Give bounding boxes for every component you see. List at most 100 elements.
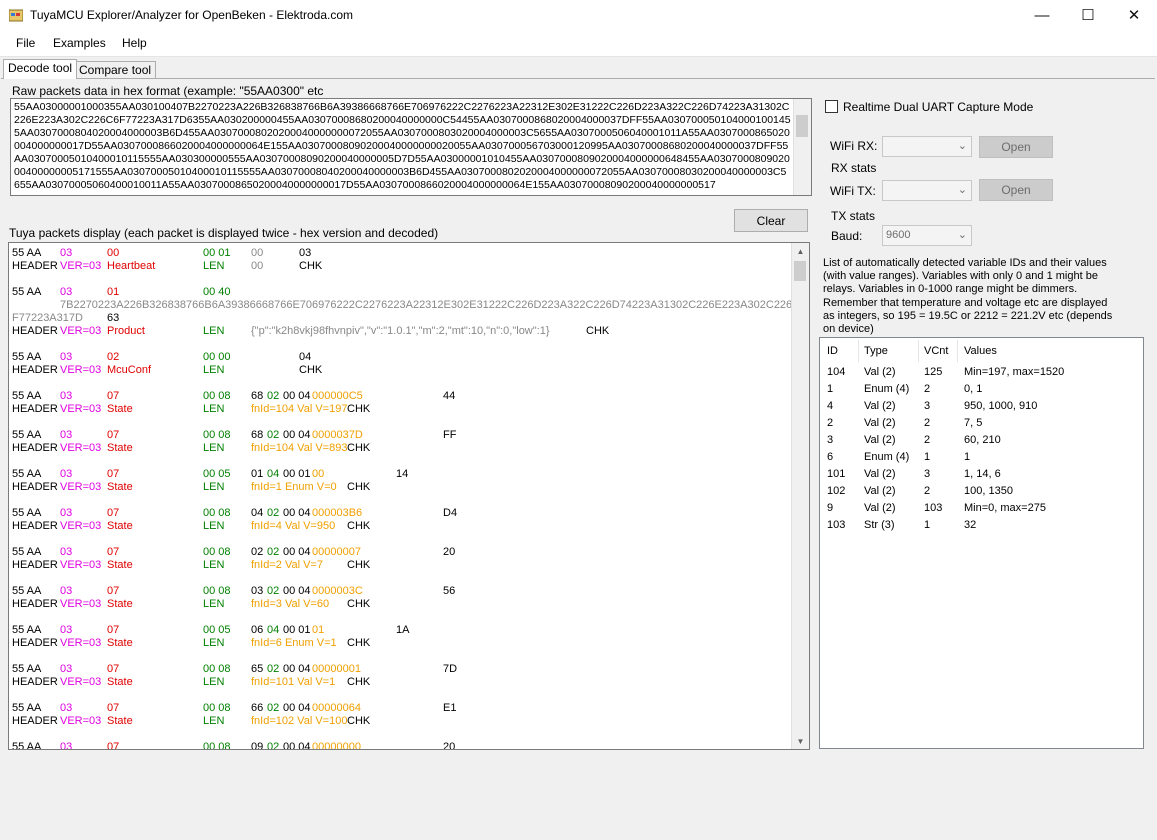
packet-hex-command: 07 [107, 663, 120, 675]
packet-decoded-data: fnId=4 Val V=950 [251, 520, 336, 532]
packet-decoded-version: VER=03 [60, 559, 102, 571]
baud-select[interactable]: 9600 ⌄ [882, 225, 972, 246]
packet-decoded-header: HEADER [12, 637, 58, 649]
packet-hex-header: 55 AA [12, 507, 42, 519]
list-item-id: 4 [827, 400, 834, 412]
list-item-id: 104 [827, 366, 846, 378]
packet-hex-command: 07 [107, 741, 120, 750]
packet-decoded-data: {"p":"k2h8vkj98fhvnpiv","v":"1.0.1","m":… [251, 325, 550, 337]
packet-decoded-version: VER=03 [60, 442, 102, 454]
scroll-down-icon[interactable]: ▼ [792, 733, 809, 749]
packet-hex-length: 00 08 [203, 741, 231, 750]
packet-decoded-header: HEADER [12, 481, 58, 493]
tx-open-button[interactable]: Open [979, 179, 1053, 201]
packet-hex-checksum: FF [443, 429, 457, 441]
packet-decoded-length: LEN [203, 403, 225, 415]
packet-hex-type: 02 [267, 546, 280, 558]
packet-hex-type: 02 [267, 429, 280, 441]
packet-hex-length: 00 08 [203, 390, 231, 402]
packet-hex-vlen: 00 04 [283, 507, 311, 519]
packet-hex-header: 55 AA [12, 351, 42, 363]
raw-data-textbox[interactable]: 55AA03000001000355AA030100407B2270223A22… [10, 98, 812, 196]
packets-scrollbar[interactable]: ▲ ▼ [791, 243, 809, 749]
list-item-type: Val (2) [864, 400, 896, 412]
list-item-values: 950, 1000, 910 [964, 400, 1038, 412]
packet-hex-length: 00 00 [203, 351, 231, 363]
packet-decoded-data: fnId=3 Val V=60 [251, 598, 330, 610]
info-line: as integers, so 195 = 19.5C or 2212 = 22… [823, 309, 1113, 322]
raw-scroll-thumb[interactable] [796, 115, 808, 137]
packet-hex-data: F77223A317D [12, 312, 83, 324]
column-separator[interactable] [858, 340, 859, 362]
rx-open-button[interactable]: Open [979, 136, 1053, 158]
packet-decoded-header: HEADER [12, 442, 58, 454]
packet-hex-value: 00000007 [312, 546, 361, 558]
packet-decoded-checksum: CHK [347, 559, 371, 571]
packet-decoded-checksum: CHK [347, 637, 371, 649]
packet-decoded-checksum: CHK [586, 325, 610, 337]
tab-decode-tool[interactable]: Decode tool [3, 59, 78, 79]
menu-examples[interactable]: Examples [53, 36, 106, 50]
packet-decoded-version: VER=03 [60, 715, 102, 727]
packet-hex-type: 02 [267, 507, 280, 519]
list-item-values: 1 [964, 451, 971, 463]
raw-scrollbar[interactable] [793, 99, 811, 195]
list-item-values: Min=197, max=1520 [964, 366, 1065, 378]
column-separator[interactable] [918, 340, 919, 362]
column-separator[interactable] [957, 340, 958, 362]
packet-decoded-version: VER=03 [60, 260, 102, 272]
packet-decoded-length: LEN [203, 637, 225, 649]
list-item-vcnt: 103 [924, 502, 943, 514]
info-line: List of automatically detected variable … [823, 257, 1107, 269]
list-item-id: 9 [827, 502, 834, 514]
packet-decoded-checksum: CHK [347, 481, 371, 493]
packet-hex-vlen: 00 01 [283, 468, 311, 480]
wifi-tx-select[interactable]: ⌄ [882, 180, 972, 201]
capture-mode-label: Realtime Dual UART Capture Mode [843, 100, 1034, 114]
packet-hex-vlen: 00 01 [283, 624, 311, 636]
packet-decoded-length: LEN [203, 442, 225, 454]
minimize-icon[interactable]: — [1019, 0, 1065, 30]
packet-decoded-command: State [107, 715, 133, 727]
raw-data-label: Raw packets data in hex format (example:… [12, 84, 324, 98]
chevron-down-icon: ⌄ [957, 229, 967, 241]
packet-hex-version: 03 [60, 286, 73, 298]
scroll-up-icon[interactable]: ▲ [792, 243, 809, 259]
list-item-id: 2 [827, 417, 834, 429]
maximize-icon[interactable]: ☐ [1065, 0, 1111, 30]
packet-decoded-header: HEADER [12, 520, 58, 532]
menu-help[interactable]: Help [122, 36, 147, 50]
list-item-vcnt: 1 [924, 519, 931, 531]
packet-hex-header: 55 AA [12, 286, 42, 298]
packet-hex-value: 00000000 [312, 741, 361, 750]
packets-display: 55 AA 03 00 00 01 00 03 HEADER VER=03 Heartbeat L… [8, 242, 810, 750]
packet-hex-command: 07 [107, 390, 120, 402]
packet-hex-command: 01 [107, 286, 120, 298]
menu-file[interactable]: File [16, 36, 35, 50]
packet-hex-value: 01 [312, 624, 325, 636]
packet-decoded-header: HEADER [12, 715, 58, 727]
info-line: relays. Variables in 0-1000 range might … [823, 283, 1078, 296]
list-item-id: 1 [827, 383, 834, 395]
wifi-tx-label: WiFi TX: [830, 184, 876, 198]
packet-hex-type: 04 [267, 624, 280, 636]
raw-data-text[interactable]: 55AA03000001000355AA030100407B2270223A22… [14, 101, 792, 192]
packet-decoded-header: HEADER [12, 325, 58, 337]
packet-hex-vlen: 00 04 [283, 429, 311, 441]
close-icon[interactable]: ✕ [1111, 0, 1157, 30]
packet-decoded-length: LEN [203, 676, 225, 688]
clear-button[interactable]: Clear [734, 209, 808, 232]
packet-hex-version: 03 [60, 247, 73, 259]
wifi-rx-select[interactable]: ⌄ [882, 136, 972, 157]
packet-hex-version: 03 [60, 702, 73, 714]
packet-decoded-command: Heartbeat [107, 260, 156, 272]
capture-mode-checkbox[interactable] [825, 100, 838, 113]
list-item-id: 103 [827, 519, 846, 531]
packets-scroll-thumb[interactable] [794, 261, 806, 281]
packet-hex-fnid: 06 [251, 624, 264, 636]
list-item-vcnt: 3 [924, 400, 931, 412]
packet-decoded-version: VER=03 [60, 325, 102, 337]
packet-hex-fnid: 02 [251, 546, 264, 558]
packet-decoded-length: LEN [203, 559, 225, 571]
variables-list[interactable]: ID Type VCnt Values 104 Val (2) 125 Min=197, ma… [819, 337, 1144, 749]
